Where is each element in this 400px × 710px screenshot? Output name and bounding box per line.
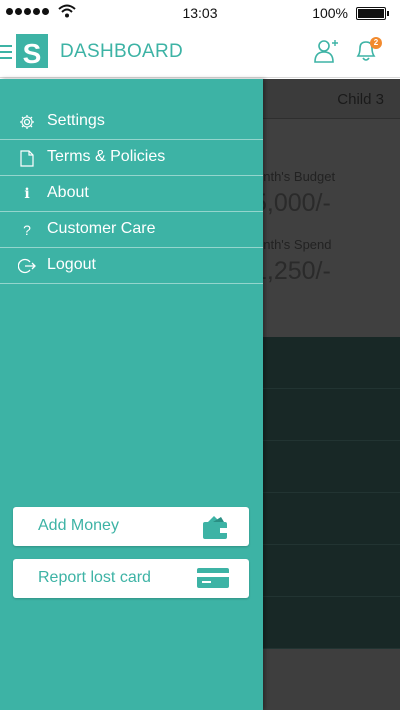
page-title: DASHBOARD: [60, 41, 184, 62]
wallet-icon: [203, 516, 227, 539]
list-item: [263, 545, 400, 597]
list-item: [263, 493, 400, 545]
drawer-item-settings[interactable]: Settings: [0, 104, 263, 140]
drawer-item-label: Terms & Policies: [47, 148, 166, 165]
drawer-menu: Settings Terms & Policies i About ? Cust…: [0, 104, 263, 284]
menu-icon[interactable]: [0, 45, 12, 59]
month-budget-label: onth's Budget: [263, 169, 336, 184]
logout-icon: [18, 257, 36, 275]
drawer-item-label: Logout: [47, 256, 96, 273]
add-money-label: Add Money: [38, 517, 119, 534]
tab-child-3[interactable]: Child 3: [263, 79, 400, 119]
month-spend-value: 1,250/-: [263, 257, 331, 285]
report-card-label: Report lost card: [38, 569, 151, 586]
drawer-item-logout[interactable]: Logout: [0, 248, 263, 284]
battery-icon: [356, 7, 389, 20]
app-logo: S: [16, 34, 48, 68]
app-header: S DASHBOARD 2: [0, 26, 400, 78]
notification-badge: 2: [370, 37, 382, 49]
transaction-list: [263, 337, 400, 649]
list-item: [263, 389, 400, 441]
drawer-item-terms[interactable]: Terms & Policies: [0, 140, 263, 176]
question-icon: ?: [23, 222, 31, 238]
drawer-item-customer-care[interactable]: ? Customer Care: [0, 212, 263, 248]
info-icon: i: [24, 186, 30, 202]
gear-icon: [18, 113, 36, 131]
add-money-button[interactable]: Add Money: [13, 507, 249, 546]
list-item: [263, 441, 400, 493]
bottom-area: [263, 649, 400, 710]
drawer-item-label: Customer Care: [47, 220, 156, 237]
list-item: [263, 337, 400, 389]
notifications-button[interactable]: 2: [355, 37, 382, 64]
dashboard-content: Child 3 onth's Budget 5,000/- onth's Spe…: [263, 79, 400, 710]
battery-percentage: 100%: [312, 5, 348, 21]
add-user-icon[interactable]: [313, 38, 341, 64]
child-tab-label: Child 3: [337, 91, 384, 108]
status-bar: 13:03 100%: [0, 0, 400, 26]
drawer-item-label: About: [47, 184, 89, 201]
credit-card-icon: [197, 568, 229, 588]
month-spend-label: onth's Spend: [263, 237, 332, 252]
drawer-item-label: Settings: [47, 112, 105, 129]
report-lost-card-button[interactable]: Report lost card: [13, 559, 249, 598]
drawer-item-about[interactable]: i About: [0, 176, 263, 212]
list-item: [263, 597, 400, 649]
month-budget-value: 5,000/-: [263, 189, 331, 217]
document-icon: [18, 149, 36, 167]
budget-card: onth's Budget 5,000/- onth's Spend 1,250…: [263, 119, 400, 337]
navigation-drawer: Settings Terms & Policies i About ? Cust…: [0, 79, 263, 710]
